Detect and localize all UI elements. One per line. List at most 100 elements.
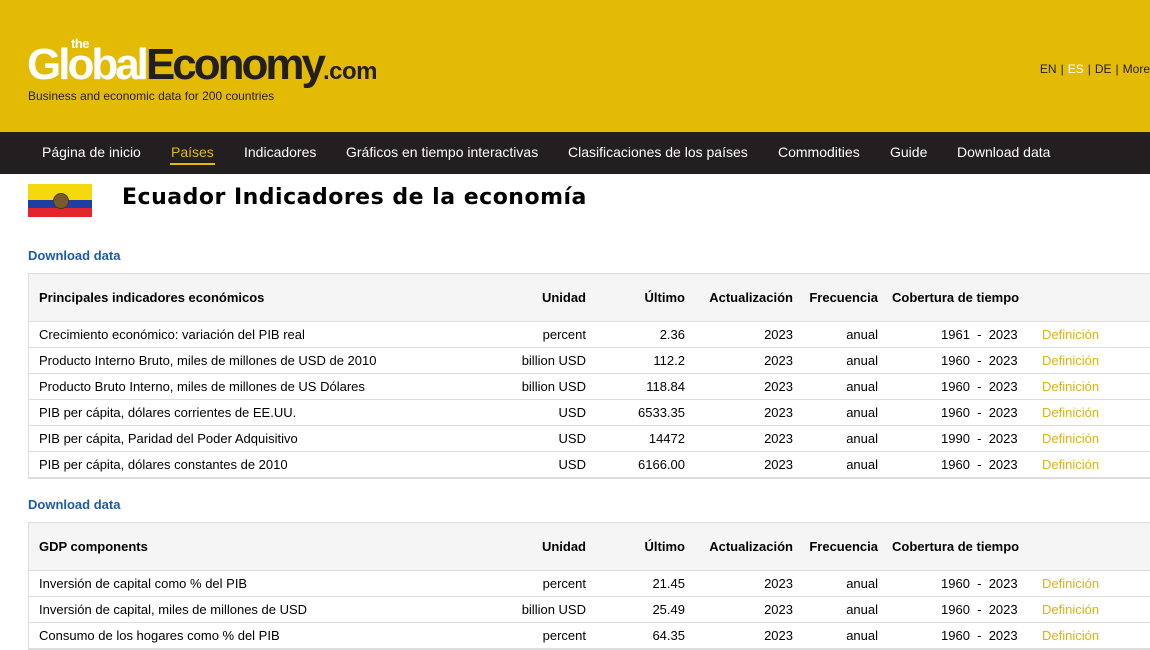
definition-link[interactable]: Definición <box>1042 602 1099 617</box>
frequency-cell: anual <box>846 431 878 446</box>
language-switcher: EN | ES | DE | More <box>1039 62 1150 76</box>
definition-link[interactable]: Definición <box>1042 576 1099 591</box>
coverage-cell: 1961 - 2023 <box>941 327 1018 342</box>
nav-item-rankings[interactable]: Clasificaciones de los países <box>568 144 748 160</box>
unit-cell: percent <box>542 628 586 643</box>
update-cell: 2023 <box>764 431 793 446</box>
logo-com: .com <box>322 58 378 85</box>
definition-link[interactable]: Definición <box>1042 457 1099 472</box>
update-cell: 2023 <box>764 327 793 342</box>
definition-link[interactable]: Definición <box>1042 405 1099 420</box>
nav-item-download-data[interactable]: Download data <box>957 144 1050 160</box>
unit-cell: USD <box>558 457 586 472</box>
col-coverage: Cobertura de tiempo <box>892 539 1020 554</box>
frequency-cell: anual <box>846 628 878 643</box>
coverage-cell: 1960 - 2023 <box>941 576 1018 591</box>
col-frequency: Frecuencia <box>809 539 878 554</box>
col-last: Último <box>644 290 685 305</box>
site-header: the GlobalEconomy.com Business and econo… <box>0 0 1150 132</box>
indicator-name[interactable]: PIB per cápita, dólares corrientes de EE… <box>39 405 296 420</box>
unit-cell: USD <box>558 405 586 420</box>
coverage-cell: 1960 - 2023 <box>941 379 1018 394</box>
coverage-cell: 1960 - 2023 <box>941 628 1018 643</box>
update-cell: 2023 <box>764 576 793 591</box>
definition-link[interactable]: Definición <box>1042 327 1099 342</box>
page-title: Ecuador Indicadores de la economía <box>122 185 587 210</box>
indicator-name[interactable]: PIB per cápita, Paridad del Poder Adquis… <box>39 431 298 446</box>
frequency-cell: anual <box>846 405 878 420</box>
coverage-cell: 1960 - 2023 <box>941 405 1018 420</box>
unit-cell: percent <box>542 327 586 342</box>
col-update: Actualización <box>709 290 793 305</box>
last-value-cell: 25.49 <box>652 602 685 617</box>
nav-item-home[interactable]: Página de inicio <box>42 144 141 160</box>
last-value-cell: 14472 <box>648 431 685 446</box>
definition-link[interactable]: Definición <box>1042 379 1099 394</box>
unit-cell: billion USD <box>521 602 586 617</box>
indicator-name[interactable]: PIB per cápita, dólares constantes de 20… <box>39 457 288 472</box>
nav-item-commodities[interactable]: Commodities <box>778 144 860 160</box>
nav-item-interactive-charts[interactable]: Gráficos en tiempo interactivas <box>346 144 538 160</box>
col-unit: Unidad <box>541 290 586 305</box>
site-tagline: Business and economic data for 200 count… <box>28 89 275 103</box>
nav-active-underline <box>170 163 215 165</box>
frequency-cell: anual <box>846 602 878 617</box>
update-cell: 2023 <box>764 405 793 420</box>
update-cell: 2023 <box>764 628 793 643</box>
table-row: Inversión de capital, miles de millones … <box>29 597 1150 623</box>
table-row: Producto Bruto Interno, miles de millone… <box>29 374 1150 400</box>
unit-cell: percent <box>542 576 586 591</box>
definition-link[interactable]: Definición <box>1042 353 1099 368</box>
definition-link[interactable]: Definición <box>1042 628 1099 643</box>
nav-item-guide[interactable]: Guide <box>890 144 927 160</box>
lang-en[interactable]: EN <box>1040 62 1057 76</box>
unit-cell: USD <box>558 431 586 446</box>
indicator-name[interactable]: Producto Interno Bruto, miles de millone… <box>39 353 376 368</box>
download-data-link[interactable]: Download data <box>28 248 120 263</box>
coat-of-arms-icon <box>53 193 69 209</box>
indicator-name[interactable]: Producto Bruto Interno, miles de millone… <box>39 379 365 394</box>
col-last: Último <box>644 539 685 554</box>
coverage-cell: 1960 - 2023 <box>941 457 1018 472</box>
ecuador-flag-icon <box>28 184 92 217</box>
lang-more[interactable]: More <box>1123 62 1150 76</box>
indicator-name[interactable]: Inversión de capital, miles de millones … <box>39 602 307 617</box>
coverage-cell: 1960 - 2023 <box>941 353 1018 368</box>
indicators-table-main: Principales indicadores económicos Unida… <box>28 273 1150 479</box>
site-logo[interactable]: the GlobalEconomy.com <box>27 36 407 92</box>
main-nav: Página de inicio Países Indicadores Gráf… <box>0 132 1150 174</box>
col-coverage: Cobertura de tiempo <box>892 290 1020 305</box>
lang-de[interactable]: DE <box>1095 62 1112 76</box>
last-value-cell: 118.84 <box>646 379 685 394</box>
unit-cell: billion USD <box>521 379 586 394</box>
logo-economy: Economy <box>145 40 326 89</box>
table-row: Producto Interno Bruto, miles de millone… <box>29 348 1150 374</box>
update-cell: 2023 <box>764 602 793 617</box>
frequency-cell: anual <box>846 576 878 591</box>
indicator-name[interactable]: Crecimiento económico: variación del PIB… <box>39 327 305 342</box>
section-title: GDP components <box>39 539 148 554</box>
table-header: Principales indicadores económicos Unida… <box>29 274 1150 322</box>
download-data-link[interactable]: Download data <box>28 497 120 512</box>
nav-item-countries[interactable]: Países <box>171 144 214 160</box>
frequency-cell: anual <box>846 327 878 342</box>
update-cell: 2023 <box>764 379 793 394</box>
indicator-name[interactable]: Consumo de los hogares como % del PIB <box>39 628 280 643</box>
definition-link[interactable]: Definición <box>1042 431 1099 446</box>
col-update: Actualización <box>709 539 793 554</box>
last-value-cell: 64.35 <box>652 628 685 643</box>
indicator-name[interactable]: Inversión de capital como % del PIB <box>39 576 247 591</box>
table-row: Consumo de los hogares como % del PIB per… <box>29 623 1150 649</box>
table-row: PIB per cápita, dólares corrientes de EE… <box>29 400 1150 426</box>
last-value-cell: 2.36 <box>659 327 685 342</box>
table-row: PIB per cápita, Paridad del Poder Adquis… <box>29 426 1150 452</box>
nav-item-indicators[interactable]: Indicadores <box>244 144 316 160</box>
last-value-cell: 6166.00 <box>638 457 685 472</box>
coverage-cell: 1960 - 2023 <box>941 602 1018 617</box>
update-cell: 2023 <box>764 457 793 472</box>
frequency-cell: anual <box>846 457 878 472</box>
lang-es[interactable]: ES <box>1068 62 1084 76</box>
unit-cell: billion USD <box>521 353 586 368</box>
section-title: Principales indicadores económicos <box>39 290 265 305</box>
frequency-cell: anual <box>846 379 878 394</box>
